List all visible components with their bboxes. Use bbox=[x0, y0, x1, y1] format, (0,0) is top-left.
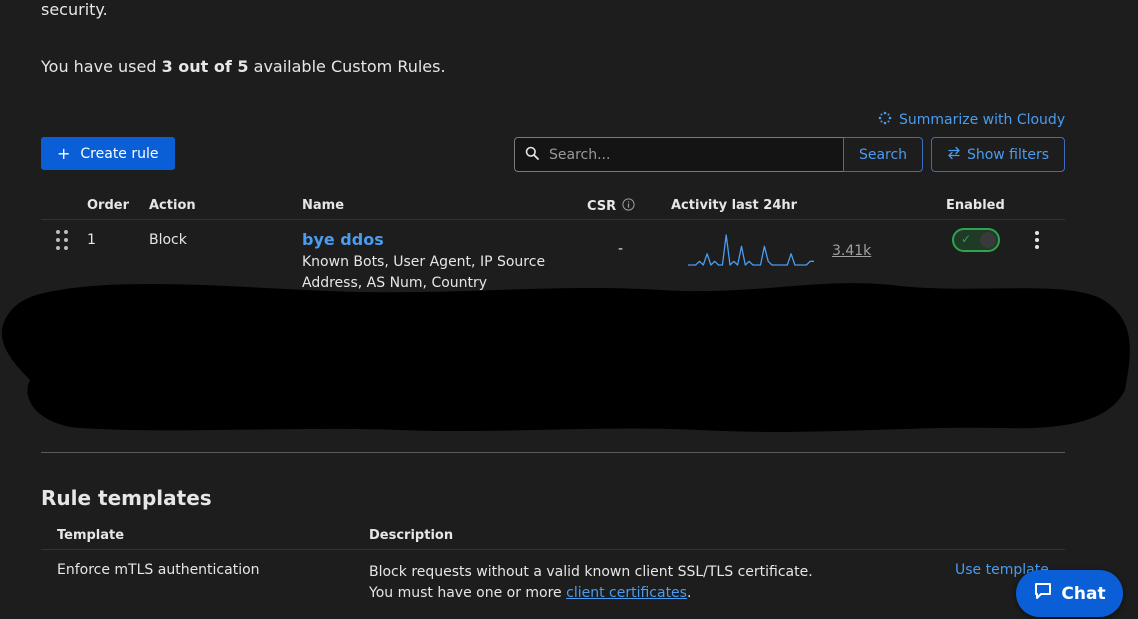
plus-icon: + bbox=[57, 144, 71, 163]
description-prefix: You must have one or more bbox=[369, 585, 567, 601]
usage-suffix: available Custom Rules. bbox=[248, 57, 446, 76]
more-options-icon[interactable] bbox=[1030, 230, 1044, 250]
create-rule-label: Create rule bbox=[80, 145, 159, 162]
column-header-name[interactable]: Name bbox=[302, 198, 344, 213]
activity-sparkline bbox=[688, 234, 814, 266]
search-field bbox=[514, 137, 844, 172]
sparkle-icon bbox=[877, 110, 893, 130]
template-name: Enforce mTLS authentication bbox=[57, 562, 260, 578]
column-header-csr: CSR bbox=[587, 198, 635, 215]
create-rule-button[interactable]: + Create rule bbox=[41, 137, 175, 170]
intro-text: security. bbox=[41, 0, 108, 19]
rule-enabled-toggle[interactable]: ✓ bbox=[952, 228, 1000, 252]
summarize-label: Summarize with Cloudy bbox=[899, 112, 1066, 128]
redaction-overlay bbox=[1, 283, 1130, 432]
summarize-with-cloudy-link[interactable]: Summarize with Cloudy bbox=[877, 110, 1065, 130]
template-column-header: Template bbox=[57, 528, 125, 543]
column-header-action[interactable]: Action bbox=[149, 198, 196, 213]
usage-count: 3 out of 5 bbox=[161, 57, 249, 76]
rule-action: Block bbox=[149, 232, 187, 248]
drag-handle-icon[interactable] bbox=[55, 229, 69, 257]
templates-header-divider bbox=[41, 549, 1065, 550]
activity-count-link[interactable]: 3.41k bbox=[832, 243, 871, 259]
toggle-knob bbox=[980, 232, 996, 248]
column-header-activity: Activity last 24hr bbox=[671, 198, 798, 213]
description-column-header: Description bbox=[369, 528, 454, 543]
info-icon[interactable] bbox=[622, 198, 635, 215]
search-icon bbox=[525, 146, 539, 164]
rule-csr-value: - bbox=[618, 241, 624, 257]
rule-order: 1 bbox=[87, 232, 96, 248]
custom-rules-usage: You have used 3 out of 5 available Custo… bbox=[41, 57, 446, 76]
client-certificates-link[interactable]: client certificates bbox=[566, 585, 687, 601]
search-button[interactable]: Search bbox=[843, 137, 923, 172]
activity-sparkline-line bbox=[688, 234, 814, 266]
check-icon: ✓ bbox=[961, 232, 972, 246]
arrows-swap-icon bbox=[947, 146, 961, 164]
rule-name-link[interactable]: bye ddos bbox=[302, 230, 384, 249]
column-header-enabled: Enabled bbox=[946, 198, 1005, 213]
chat-button[interactable]: Chat bbox=[1016, 570, 1123, 617]
column-header-order[interactable]: Order bbox=[87, 198, 129, 213]
table-header-divider bbox=[41, 219, 1065, 220]
show-filters-label: Show filters bbox=[966, 146, 1050, 163]
show-filters-button[interactable]: Show filters bbox=[931, 137, 1065, 172]
description-suffix: . bbox=[686, 585, 692, 601]
section-divider bbox=[41, 452, 1065, 453]
template-description: Block requests without a valid known cli… bbox=[369, 562, 929, 604]
usage-prefix: You have used bbox=[41, 57, 162, 76]
csr-header-label: CSR bbox=[587, 199, 617, 214]
rule-templates-title: Rule templates bbox=[41, 486, 212, 510]
chat-label: Chat bbox=[1061, 583, 1106, 604]
template-description-line1: Block requests without a valid known cli… bbox=[369, 564, 813, 580]
search-input[interactable] bbox=[547, 145, 831, 164]
template-description-line2: You must have one or more client certifi… bbox=[369, 583, 929, 604]
chat-bubble-icon bbox=[1033, 581, 1053, 606]
rule-description: Known Bots, User Agent, IP Source Addres… bbox=[302, 254, 546, 291]
